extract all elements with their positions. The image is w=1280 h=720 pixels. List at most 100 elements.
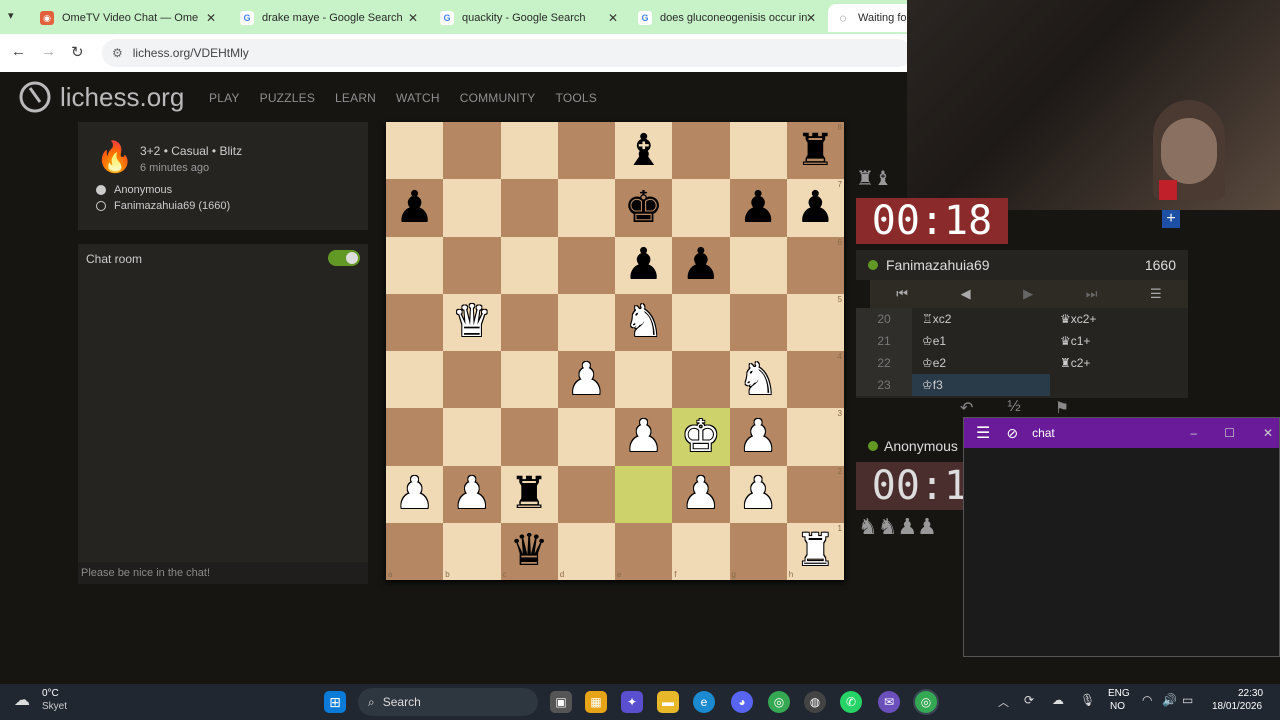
move-black[interactable]: ♜c2+: [1050, 352, 1188, 374]
square-b1[interactable]: b: [443, 522, 501, 580]
clock-date[interactable]: 18/01/2026: [1212, 701, 1262, 712]
square-h4[interactable]: 4: [786, 351, 844, 409]
menu-icon[interactable]: ☰: [976, 423, 990, 443]
tray-overflow-icon[interactable]: ︿: [998, 694, 1009, 710]
chrome-icon[interactable]: ◎: [768, 691, 790, 713]
square-g7[interactable]: ♟: [729, 179, 787, 237]
nav-learn[interactable]: LEARN: [335, 91, 376, 105]
close-icon[interactable]: ✕: [206, 11, 216, 25]
microphone-icon[interactable]: 🎙: [1080, 693, 1095, 707]
square-d4[interactable]: ♟: [557, 351, 615, 409]
square-e2[interactable]: [615, 465, 673, 523]
messenger-icon[interactable]: ✉: [878, 691, 900, 713]
square-c7[interactable]: [500, 179, 558, 237]
clock-time[interactable]: 22:30: [1238, 688, 1263, 699]
square-f7[interactable]: [672, 179, 730, 237]
store-icon[interactable]: ▦: [585, 691, 607, 713]
address-bar[interactable]: ⚙ lichess.org/VDEHtMly: [102, 39, 912, 67]
wifi-icon[interactable]: ◠: [1142, 693, 1152, 707]
square-g4[interactable]: ♞: [729, 351, 787, 409]
forward-icon[interactable]: →: [41, 43, 56, 60]
move-black[interactable]: ♛c1+: [1050, 330, 1188, 352]
square-g2[interactable]: ♟: [729, 465, 787, 523]
square-e7[interactable]: ♚: [615, 179, 673, 237]
chess-board[interactable]: ♝ ♜ 8 ♟ ♚ ♟ ♟ 7 ♟ ♟ 6 ♛ ♞ 5 ♟ ♞ 4 ♟ ♚ ♟ 3 ♟ ♟ ♜ ♟ ♟ 2 a b ♛ c d e f g ♜ 1 h: [386, 122, 844, 580]
file-explorer-icon[interactable]: ▬: [657, 691, 679, 713]
square-f3[interactable]: ♚: [672, 408, 730, 466]
square-h2[interactable]: 2: [786, 465, 844, 523]
close-icon[interactable]: ✕: [408, 11, 418, 25]
tab-google-quackity[interactable]: G quackity - Google Search ✕: [432, 4, 628, 32]
square-b6[interactable]: [443, 236, 501, 294]
square-f5[interactable]: [672, 293, 730, 351]
square-c2[interactable]: ♜: [500, 465, 558, 523]
minimize-icon[interactable]: –: [1190, 426, 1197, 440]
square-g3[interactable]: ♟: [729, 408, 787, 466]
square-g5[interactable]: [729, 293, 787, 351]
square-h6[interactable]: 6: [786, 236, 844, 294]
tab-ometv[interactable]: ◉ OmeTV Video Chat — Ome ✕: [32, 4, 226, 32]
close-icon[interactable]: ✕: [1263, 426, 1273, 440]
black-queen-icon[interactable]: ♛: [509, 529, 548, 573]
square-c6[interactable]: [500, 236, 558, 294]
square-d8[interactable]: [557, 122, 615, 180]
site-info-icon[interactable]: ⚙: [112, 46, 123, 60]
black-pawn-icon[interactable]: ♟: [796, 185, 835, 230]
task-view-icon[interactable]: ▣: [550, 691, 572, 713]
tray-cloud-icon[interactable]: ☁: [1052, 693, 1064, 707]
square-f4[interactable]: [672, 351, 730, 409]
white-queen-icon[interactable]: ♛: [452, 300, 491, 344]
square-a3[interactable]: [386, 408, 444, 466]
nav-tools[interactable]: TOOLS: [556, 91, 597, 105]
square-c1[interactable]: ♛ c: [500, 522, 558, 580]
chrome-active-icon[interactable]: ◎: [915, 691, 937, 713]
white-knight-icon[interactable]: ♞: [738, 357, 777, 402]
nav-community[interactable]: COMMUNITY: [460, 91, 536, 105]
square-d6[interactable]: [557, 236, 615, 294]
move-white[interactable]: ♔f3: [912, 374, 1050, 396]
square-h7[interactable]: ♟ 7: [786, 179, 844, 237]
black-pawn-icon[interactable]: ♟: [395, 185, 434, 230]
square-h1[interactable]: ♜ 1 h: [786, 522, 844, 580]
move-black[interactable]: ♛xc2+: [1050, 308, 1188, 330]
square-a6[interactable]: [386, 236, 444, 294]
taskbar-search[interactable]: ⌕ Search: [358, 688, 538, 716]
black-rook-icon[interactable]: ♜: [796, 128, 835, 173]
square-g1[interactable]: g: [729, 522, 787, 580]
lang-code[interactable]: ENG: [1108, 688, 1130, 699]
white-pawn-icon[interactable]: ♟: [681, 472, 720, 516]
square-f2[interactable]: ♟: [672, 465, 730, 523]
menu-icon[interactable]: ☰: [1150, 286, 1162, 302]
square-a5[interactable]: [386, 293, 444, 351]
square-b2[interactable]: ♟: [443, 465, 501, 523]
white-pawn-icon[interactable]: ♟: [567, 357, 606, 402]
lichess-logo[interactable]: lichess.org: [18, 80, 184, 114]
battery-icon[interactable]: ▭: [1182, 693, 1193, 707]
square-c8[interactable]: [500, 122, 558, 180]
square-b7[interactable]: [443, 179, 501, 237]
discord-icon[interactable]: ◕: [731, 691, 753, 713]
square-e4[interactable]: [615, 351, 673, 409]
edge-icon[interactable]: e: [693, 691, 715, 713]
move-white[interactable]: ♖xc2: [912, 308, 1050, 330]
square-e6[interactable]: ♟: [615, 236, 673, 294]
nav-watch[interactable]: WATCH: [396, 91, 440, 105]
tray-app-icon[interactable]: ⟳: [1024, 693, 1034, 707]
copilot-icon[interactable]: ✦: [621, 691, 643, 713]
prev-move-icon[interactable]: ◀: [961, 286, 971, 302]
player-black[interactable]: Fanimazahuia69 (1660): [96, 200, 230, 212]
square-g6[interactable]: [729, 236, 787, 294]
chat-popup-titlebar[interactable]: ☰ ⊘ chat – ☐ ✕: [964, 418, 1279, 448]
move-white[interactable]: ♔e1: [912, 330, 1050, 352]
square-e8[interactable]: ♝: [615, 122, 673, 180]
volume-icon[interactable]: 🔊: [1162, 693, 1177, 707]
square-c5[interactable]: [500, 293, 558, 351]
white-king-icon[interactable]: ♚: [681, 414, 720, 459]
player-white[interactable]: Anonymous: [96, 184, 172, 196]
black-pawn-icon[interactable]: ♟: [624, 243, 663, 287]
white-pawn-icon[interactable]: ♟: [738, 472, 777, 516]
square-e3[interactable]: ♟: [615, 408, 673, 466]
white-knight-icon[interactable]: ♞: [624, 300, 663, 344]
move-white[interactable]: ♔e2: [912, 352, 1050, 374]
resign-flag-icon[interactable]: ⚑: [1055, 398, 1069, 418]
